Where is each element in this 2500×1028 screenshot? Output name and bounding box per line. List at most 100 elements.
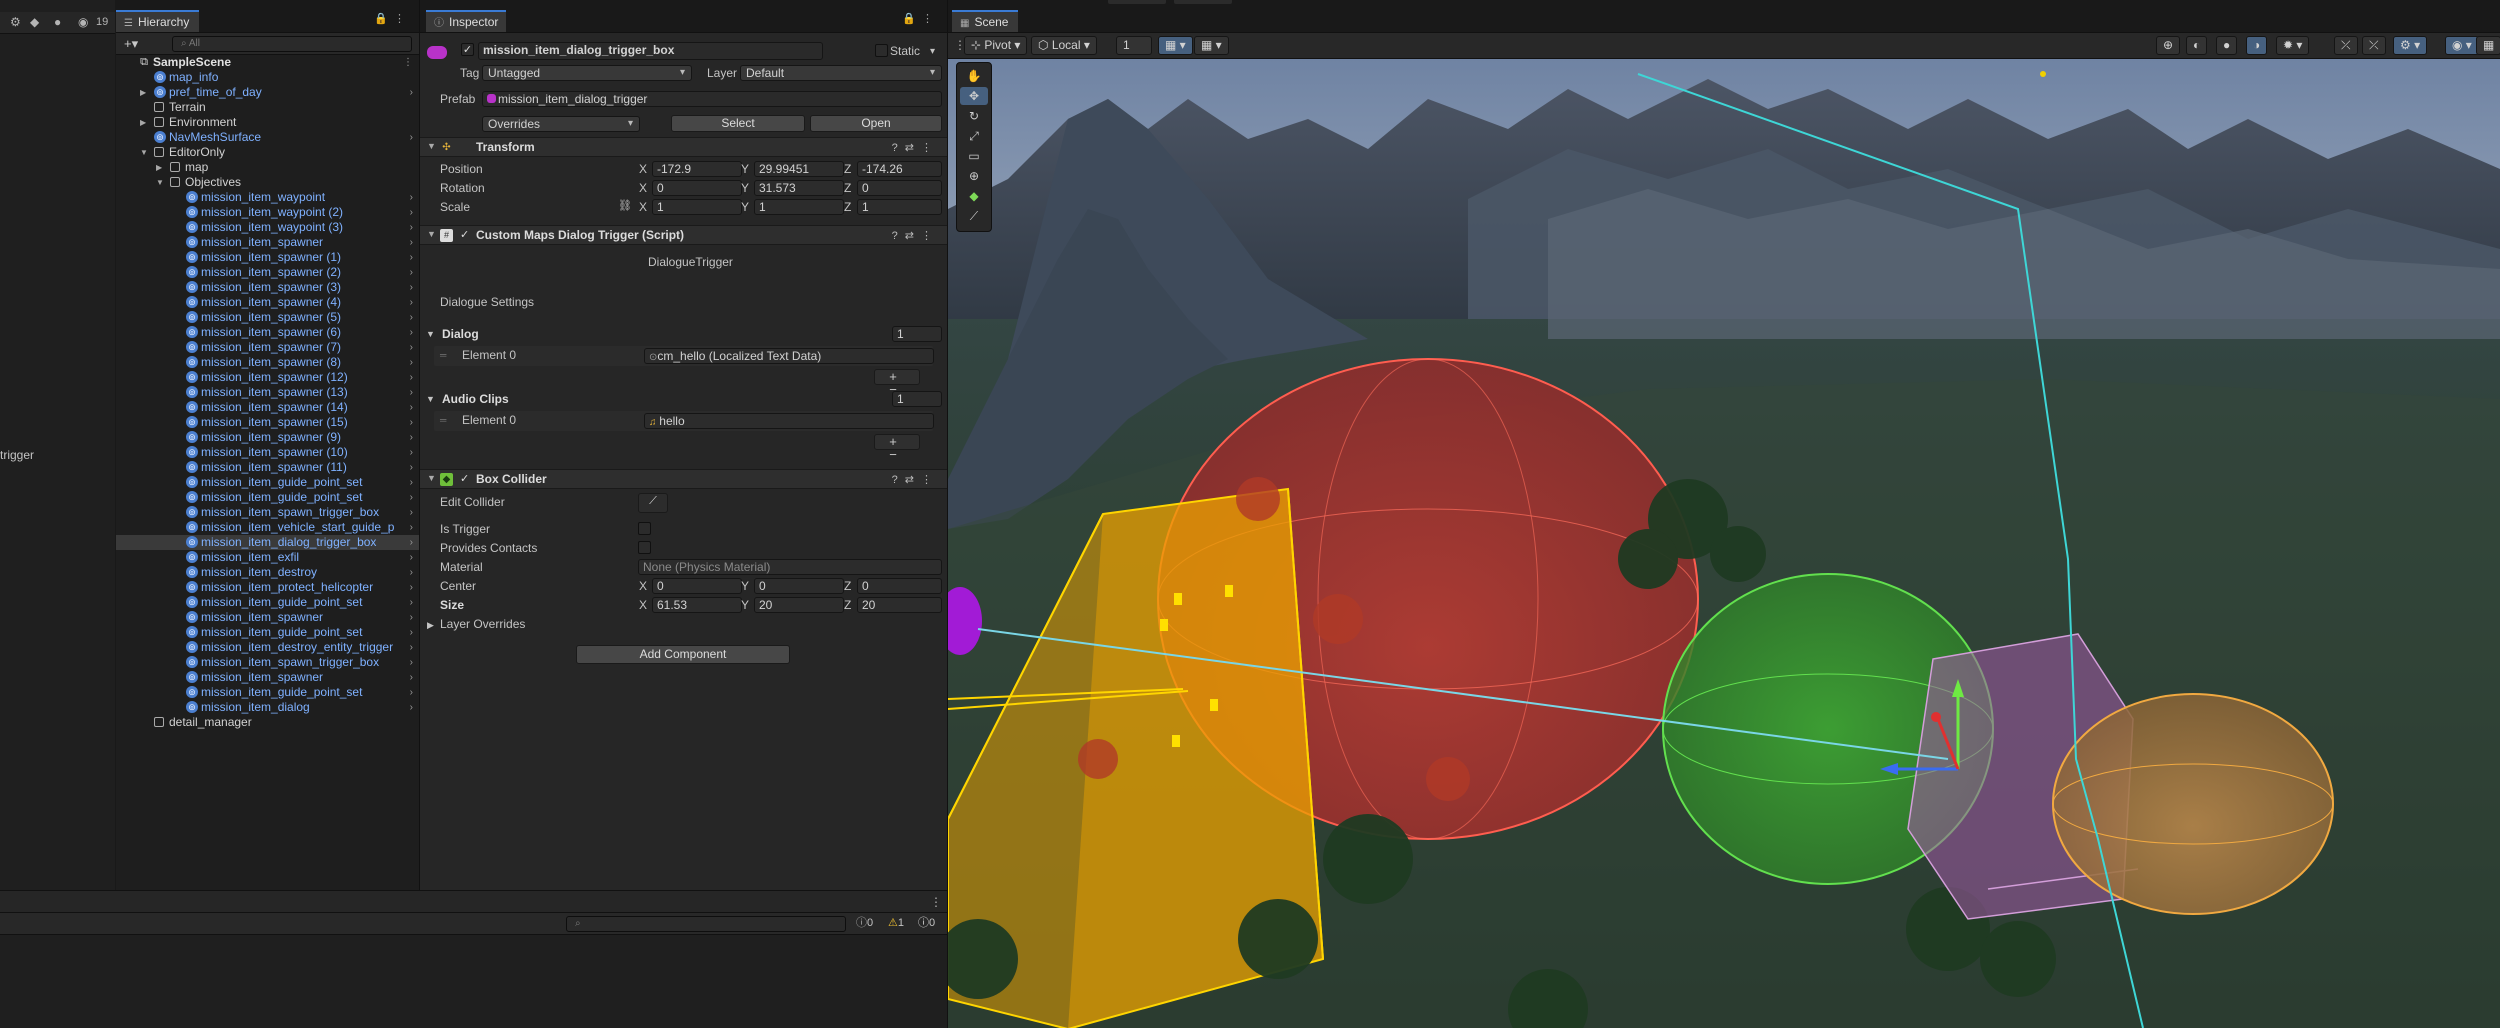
expand-right-icon[interactable]: ▶ <box>140 115 146 130</box>
dialog-add-remove-buttons[interactable]: +− <box>874 369 920 396</box>
open-prefab-chevron-icon[interactable]: › <box>410 595 413 610</box>
script-enabled-checkbox[interactable]: ✓ <box>460 229 472 241</box>
hierarchy-row[interactable]: ⊚ mission_item_spawner (8) › <box>116 355 419 370</box>
spawn-marker[interactable] <box>1160 619 1168 631</box>
hierarchy-row[interactable]: ⊚ mission_item_protect_helicopter › <box>116 580 419 595</box>
layer-dropdown[interactable]: Default <box>740 65 942 81</box>
hierarchy-row[interactable]: ⊚ mission_item_guide_point_set › <box>116 685 419 700</box>
open-prefab-chevron-icon[interactable]: › <box>410 550 413 565</box>
drag-handle-icon[interactable]: ═ <box>440 348 446 363</box>
hierarchy-row[interactable]: ⊚ mission_item_spawner (2) › <box>116 265 419 280</box>
open-prefab-chevron-icon[interactable]: › <box>410 130 413 145</box>
is-trigger-checkbox[interactable] <box>638 522 651 535</box>
dialog-element0-field[interactable]: ⊙cm_hello (Localized Text Data) <box>644 348 934 364</box>
grid-size-field[interactable]: 1 <box>1116 36 1152 55</box>
component-help-icon[interactable]: ?⇄⋮ <box>892 141 939 154</box>
tab-scene[interactable]: ▦ Scene <box>952 10 1018 32</box>
scene-visibility-icon[interactable]: ⚙ <box>10 15 21 29</box>
open-prefab-chevron-icon[interactable]: › <box>410 580 413 595</box>
position-z-label[interactable]: Z <box>844 162 851 177</box>
material-field[interactable]: None (Physics Material) <box>638 559 942 575</box>
spawn-marker[interactable] <box>1210 699 1218 711</box>
hierarchy-row[interactable]: ⊚ mission_item_dialog › <box>116 700 419 715</box>
open-prefab-chevron-icon[interactable]: › <box>410 220 413 235</box>
open-prefab-chevron-icon[interactable]: › <box>410 460 413 475</box>
tab-hierarchy[interactable]: ☰ Hierarchy <box>116 10 200 32</box>
open-prefab-chevron-icon[interactable]: › <box>410 475 413 490</box>
hierarchy-row[interactable]: ⊚ mission_item_guide_point_set › <box>116 595 419 610</box>
open-prefab-chevron-icon[interactable]: › <box>410 85 413 100</box>
hierarchy-row[interactable]: ⊚ mission_item_spawner › <box>116 670 419 685</box>
console-search-input[interactable]: ⌕ <box>566 916 846 932</box>
hierarchy-row[interactable]: ⊚ mission_item_spawner › <box>116 610 419 625</box>
scale-tool-icon[interactable]: ⤢ <box>960 127 988 145</box>
hierarchy-row[interactable]: Terrain <box>116 100 419 115</box>
center-y-field[interactable]: 0 <box>754 578 844 594</box>
center-x-label[interactable]: X <box>639 579 647 594</box>
custom-tool-icon[interactable]: ◆ <box>960 187 988 205</box>
audio-toggle[interactable]: ✹ ▾ <box>2276 36 2310 55</box>
rotate-tool-icon[interactable]: ↻ <box>960 107 988 125</box>
lighting-toggle[interactable]: ● <box>2216 36 2238 55</box>
hierarchy-row[interactable]: ⊚ NavMeshSurface › <box>116 130 419 145</box>
component-help-icon[interactable]: ?⇄⋮ <box>892 473 939 486</box>
rect-tool-icon[interactable]: ▭ <box>960 147 988 165</box>
size-z-field[interactable]: 20 <box>857 597 942 613</box>
hierarchy-row[interactable]: ⊚ map_info <box>116 70 419 85</box>
scale-z-label[interactable]: Z <box>844 200 851 215</box>
hierarchy-row[interactable]: ⊚ mission_item_waypoint › <box>116 190 419 205</box>
hierarchy-search-input[interactable]: ⌕ All <box>172 36 412 52</box>
hierarchy-row[interactable]: ⊚ mission_item_spawner (7) › <box>116 340 419 355</box>
transform-tool-icon[interactable]: ⊕ <box>960 167 988 185</box>
hierarchy-row[interactable]: ⊚ mission_item_spawner (10) › <box>116 445 419 460</box>
audio-add-remove-buttons[interactable]: +− <box>874 434 920 461</box>
center-z-field[interactable]: 0 <box>857 578 942 594</box>
orientation-gizmo-toggle[interactable]: ⊕ <box>2156 36 2181 55</box>
provides-contacts-checkbox[interactable] <box>638 541 651 554</box>
edit-collider-button[interactable]: ⟋ <box>638 493 668 513</box>
create-button[interactable]: +▾ <box>124 35 138 52</box>
open-prefab-chevron-icon[interactable]: › <box>410 655 413 670</box>
open-prefab-chevron-icon[interactable]: › <box>410 505 413 520</box>
foldout-icon[interactable]: ▼ <box>426 392 435 407</box>
pivot-dropdown[interactable]: ⊹ Pivot ▾ <box>964 36 1028 55</box>
drag-handle-icon[interactable]: ═ <box>440 413 446 428</box>
foldout-icon[interactable]: ▶ <box>427 618 434 633</box>
scale-x-label[interactable]: X <box>639 200 647 215</box>
open-prefab-chevron-icon[interactable]: › <box>410 565 413 580</box>
position-y-label[interactable]: Y <box>741 162 749 177</box>
open-prefab-chevron-icon[interactable]: › <box>410 685 413 700</box>
hierarchy-row[interactable]: ⊚ mission_item_spawner (15) › <box>116 415 419 430</box>
overrides-dropdown[interactable]: Overrides <box>482 116 640 132</box>
hierarchy-row[interactable]: ⊚ mission_item_spawn_trigger_box › <box>116 505 419 520</box>
open-prefab-chevron-icon[interactable]: › <box>410 355 413 370</box>
rotation-z-label[interactable]: Z <box>844 181 851 196</box>
spawn-marker[interactable] <box>1172 735 1180 747</box>
camera-settings-dropdown[interactable]: ⚙ ▾ <box>2393 36 2428 55</box>
open-prefab-chevron-icon[interactable]: › <box>410 610 413 625</box>
size-x-label[interactable]: X <box>639 598 647 613</box>
box-collider-header[interactable]: ▼ ◆ ✓ Box Collider ?⇄⋮ <box>420 469 947 489</box>
rotation-x-field[interactable]: 0 <box>652 180 742 196</box>
fx-toggle[interactable]: ⤫ <box>2334 36 2358 55</box>
hierarchy-row[interactable]: ⊚ mission_item_guide_point_set › <box>116 475 419 490</box>
hierarchy-row[interactable]: ▼ Objectives <box>116 175 419 190</box>
spawn-marker[interactable] <box>1174 593 1182 605</box>
audio-count-field[interactable]: 1 <box>892 391 942 407</box>
center-x-field[interactable]: 0 <box>652 578 742 594</box>
open-prefab-chevron-icon[interactable]: › <box>410 205 413 220</box>
rotation-y-field[interactable]: 31.573 <box>754 180 844 196</box>
project-item-fragment[interactable]: trigger <box>0 448 34 463</box>
open-prefab-chevron-icon[interactable]: › <box>410 625 413 640</box>
shading-mode-toggle[interactable]: ◐ <box>2186 36 2208 55</box>
open-prefab-chevron-icon[interactable]: › <box>410 670 413 685</box>
script-component-header[interactable]: ▼ # ✓ Custom Maps Dialog Trigger (Script… <box>420 225 947 245</box>
hierarchy-row[interactable]: ⊚ mission_item_spawner (6) › <box>116 325 419 340</box>
hierarchy-row[interactable]: ▼ EditorOnly <box>116 145 419 160</box>
foldout-icon[interactable]: ▼ <box>426 327 435 342</box>
warning-count-toggle[interactable]: ⚠1 <box>888 916 904 931</box>
dialog-count-field[interactable]: 1 <box>892 326 942 342</box>
collider-edit-tool-icon[interactable]: ⟋ <box>960 207 988 225</box>
open-prefab-chevron-icon[interactable]: › <box>410 190 413 205</box>
size-y-label[interactable]: Y <box>741 598 749 613</box>
